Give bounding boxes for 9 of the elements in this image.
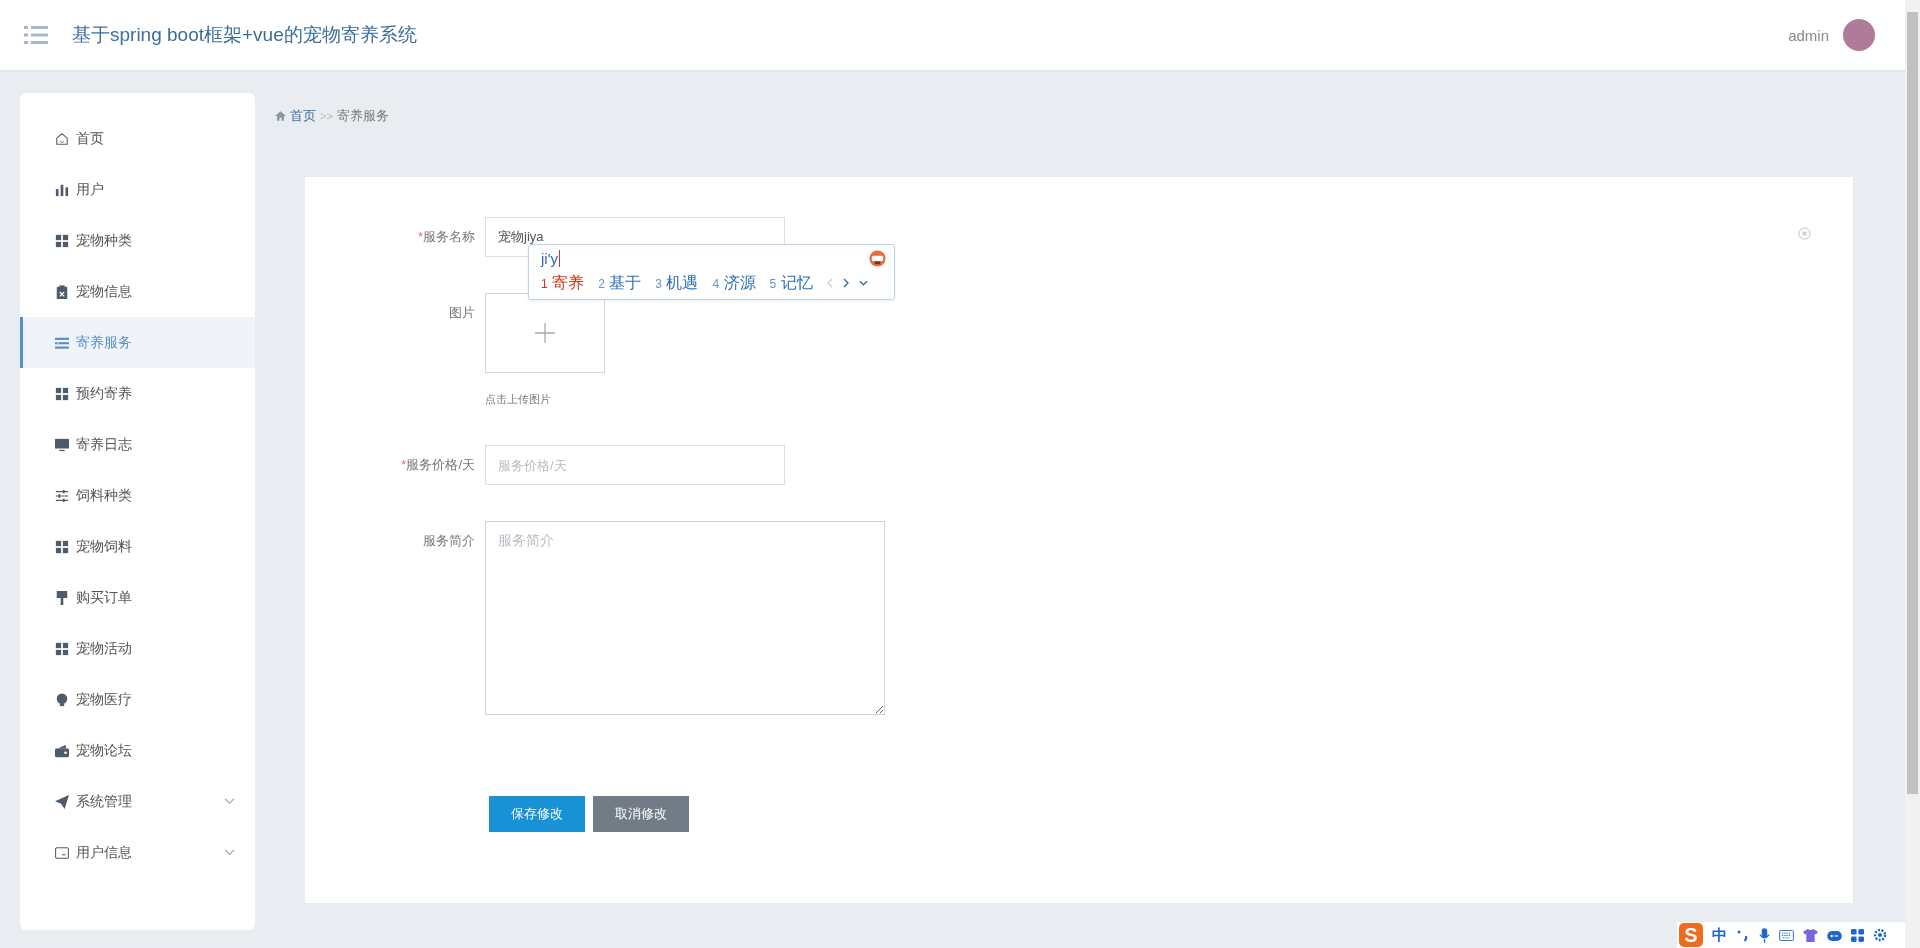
ime-composition: ji'y [541,249,561,267]
breadcrumb-separator: >> [320,110,333,122]
breadcrumb-current: 寄养服务 [336,107,389,125]
field-label: *服务价格/天 [400,456,476,474]
upload-hint: 点击上传图片 [485,392,552,407]
field-label: 服务简介 [422,532,476,550]
field-label: *服务名称 [416,228,476,246]
app-title: 基于spring boot框架+vue的宠物寄养系统 [72,23,417,47]
field-label: 图片 [448,304,476,322]
